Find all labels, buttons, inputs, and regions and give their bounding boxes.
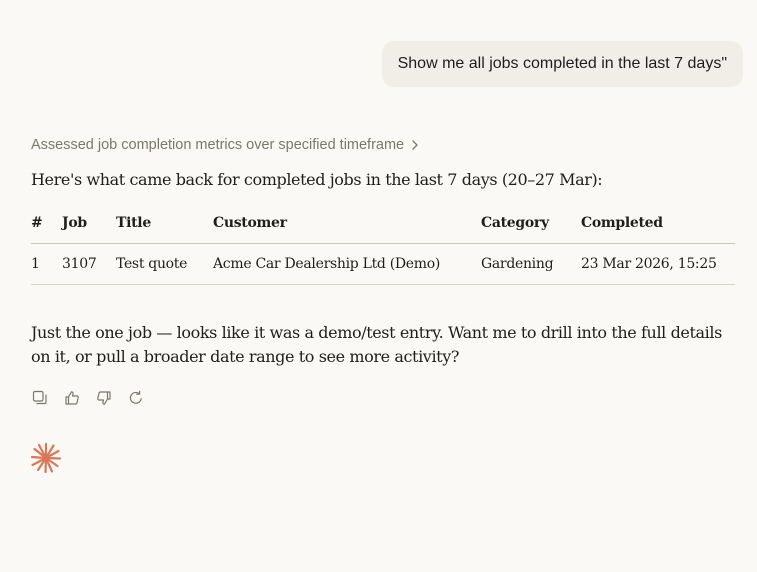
header-job: Job [62, 202, 116, 244]
header-completed: Completed [581, 202, 735, 244]
table-row: 1 3107 Test quote Acme Car Dealership Lt… [31, 243, 735, 285]
cell-title: Test quote [116, 243, 213, 285]
thumbs-down-button[interactable] [94, 388, 114, 408]
chevron-right-icon [412, 140, 418, 150]
thinking-summary-text: Assessed job completion metrics over spe… [31, 137, 405, 153]
response-answer: Just the one job — looks like it was a d… [31, 323, 722, 366]
message-actions [30, 388, 146, 408]
cell-job: 3107 [62, 243, 116, 285]
assistant-spark-icon [30, 442, 62, 474]
header-number: # [31, 202, 62, 244]
thumbs-up-button[interactable] [62, 388, 82, 408]
cell-category: Gardening [481, 243, 581, 285]
response-intro: Here's what came back for completed jobs… [31, 170, 603, 189]
header-title: Title [116, 202, 213, 244]
thinking-summary-toggle[interactable]: Assessed job completion metrics over spe… [31, 137, 420, 153]
cell-number: 1 [31, 243, 62, 285]
user-message-bubble: Show me all jobs completed in the last 7… [381, 41, 743, 87]
retry-button[interactable] [126, 388, 146, 408]
thumbs-down-icon [97, 391, 111, 405]
cell-completed: 23 Mar 2026, 15:25 [581, 243, 735, 285]
copy-button[interactable] [30, 388, 50, 408]
table-header-row: # Job Title Customer Category Completed [31, 202, 735, 244]
header-category: Category [481, 202, 581, 244]
header-customer: Customer [213, 202, 481, 244]
jobs-table: # Job Title Customer Category Completed … [31, 202, 735, 285]
cell-customer: Acme Car Dealership Ltd (Demo) [213, 243, 481, 285]
copy-icon [32, 390, 47, 405]
thumbs-up-icon [65, 391, 79, 405]
user-message-text: Show me all jobs completed in the last 7… [397, 55, 727, 72]
retry-icon [129, 390, 142, 404]
